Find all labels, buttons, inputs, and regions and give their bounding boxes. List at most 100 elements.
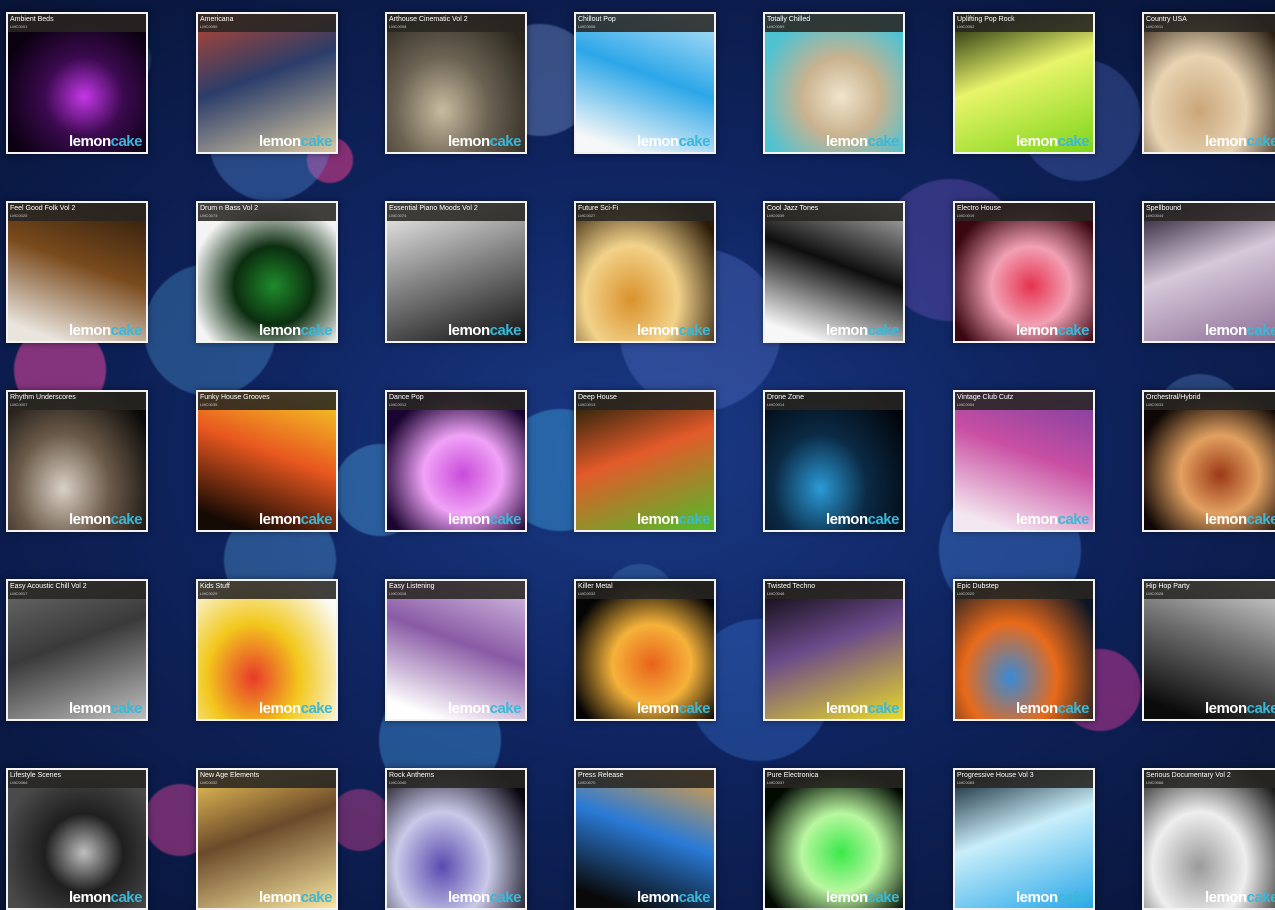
cover-artwork — [765, 14, 903, 152]
album-cover-twisted-techno[interactable]: Twisted Techno LMC0048 lemoncake — [763, 579, 905, 721]
cover-artwork — [8, 770, 146, 908]
album-catalog-code: LMC0001 — [10, 24, 28, 29]
album-title: Pure Electronica — [767, 772, 819, 779]
album-cover-ambient-beds[interactable]: Ambient Beds LMC0001 lemoncake — [6, 12, 148, 154]
album-cover-rock-anthems[interactable]: Rock Anthems LMC0040 lemoncake — [385, 768, 527, 910]
album-cover-feel-good-folk-vol-2[interactable]: Feel Good Folk Vol 2 LMC0025 lemoncake — [6, 201, 148, 343]
album-cover-essential-piano-moods-vol-2[interactable]: Essential Piano Moods Vol 2 LMC0074 lemonc… — [385, 201, 527, 343]
album-catalog-code: LMC0044 — [1146, 213, 1164, 218]
album-cover-epic-dubstep[interactable]: Epic Dubstep LMC0020 lemoncake — [953, 579, 1095, 721]
cover-artwork — [8, 581, 146, 719]
album-header-bar: Hip Hop Party LMC0028 — [1144, 581, 1275, 599]
lemoncake-logo: lemoncake — [259, 701, 333, 717]
album-catalog-code: LMC0066 — [1146, 780, 1164, 785]
logo-cake-text: cake — [867, 511, 900, 528]
album-cover-country-usa[interactable]: Country USA LMC0011 lemoncake — [1142, 12, 1275, 154]
album-catalog-code: LMC0073 — [200, 213, 218, 218]
album-header-bar: Arthouse Cinematic Vol 2 LMC0008 — [387, 14, 525, 32]
cover-artwork — [1144, 770, 1275, 908]
cover-artwork — [1144, 203, 1275, 341]
album-catalog-code: LMC0035 — [200, 402, 218, 407]
album-title: Press Release — [578, 772, 624, 779]
album-cover-drone-zone[interactable]: Drone Zone LMC0014 lemoncake — [763, 390, 905, 532]
album-cover-arthouse-cinematic-vol-2[interactable]: Arthouse Cinematic Vol 2 LMC0008 lemoncake — [385, 12, 527, 154]
logo-lemon-text: lemon — [447, 511, 490, 528]
album-cover-future-sci-fi[interactable]: Future Sci-Fi LMC0027 lemoncake — [574, 201, 716, 343]
album-title: Kids Stuff — [200, 583, 230, 590]
album-cover-uplifting-pop-rock[interactable]: Uplifting Pop Rock LMC0052 lemoncake — [953, 12, 1095, 154]
album-cover-spellbound[interactable]: Spellbound LMC0044 lemoncake — [1142, 201, 1275, 343]
logo-lemon-text: lemon — [258, 133, 301, 150]
album-cover-killer-metal[interactable]: Killer Metal LMC0032 lemoncake — [574, 579, 716, 721]
album-cover-drum-n-bass-vol-2[interactable]: Drum n Bass Vol 2 LMC0073 lemoncake — [196, 201, 338, 343]
album-title: Cool Jazz Tones — [767, 205, 819, 212]
cover-artwork — [1144, 14, 1275, 152]
logo-lemon-text: lemon — [1204, 700, 1247, 717]
album-cover-progressive-house-vol-3[interactable]: Progressive House Vol 3 LMC0083 lemoncake — [953, 768, 1095, 910]
album-cover-deep-house[interactable]: Deep House LMC0013 lemoncake — [574, 390, 716, 532]
lemoncake-logo: lemoncake — [1205, 512, 1275, 528]
logo-cake-text: cake — [1057, 700, 1090, 717]
logo-cake-text: cake — [489, 322, 522, 339]
lemoncake-logo: lemoncake — [69, 323, 143, 339]
album-title: Vintage Club Cutz — [957, 394, 1014, 401]
album-title: Easy Acoustic Chill Vol 2 — [10, 583, 87, 590]
album-header-bar: Cool Jazz Tones LMC0039 — [765, 203, 903, 221]
cover-artwork — [955, 392, 1093, 530]
album-cover-lifestyle-scenes[interactable]: Lifestyle Scenes LMC0064 lemoncake — [6, 768, 148, 910]
album-header-bar: Epic Dubstep LMC0020 — [955, 581, 1093, 599]
album-cover-cool-jazz-tones[interactable]: Cool Jazz Tones LMC0039 lemoncake — [763, 201, 905, 343]
album-cover-electro-house[interactable]: Electro House LMC0019 lemoncake — [953, 201, 1095, 343]
cover-artwork — [576, 392, 714, 530]
logo-lemon-text: lemon — [68, 511, 111, 528]
album-catalog-code: LMC0025 — [10, 213, 28, 218]
album-catalog-code: LMC0027 — [578, 213, 596, 218]
cover-artwork — [765, 581, 903, 719]
album-header-bar: Funky House Grooves LMC0035 — [198, 392, 336, 410]
logo-lemon-text: lemon — [825, 133, 868, 150]
lemoncake-logo: lemoncake — [1205, 701, 1275, 717]
lemoncake-logo: lemoncake — [259, 322, 333, 339]
album-catalog-code: LMC0007 — [10, 402, 28, 407]
cover-artwork — [8, 14, 146, 152]
album-catalog-code: LMC0006 — [578, 24, 596, 29]
cover-artwork — [765, 770, 903, 908]
album-catalog-code: LMC0040 — [389, 780, 407, 785]
album-cover-rhythm-underscores[interactable]: Rhythm Underscores LMC0007 lemoncake — [6, 390, 148, 532]
logo-cake-text: cake — [300, 322, 333, 339]
cover-artwork — [955, 581, 1093, 719]
album-cover-orchestral-hybrid[interactable]: Orchestral/Hybrid LMC0033 lemoncake — [1142, 390, 1275, 532]
album-cover-vintage-club-cutz[interactable]: Vintage Club Cutz LMC0054 lemoncake — [953, 390, 1095, 532]
album-cover-totally-chilled[interactable]: Totally Chilled LMC0059 lemoncake — [763, 12, 905, 154]
album-cover-serious-documentary-vol-2[interactable]: Serious Documentary Vol 2 LMC0066 lemoncak… — [1142, 768, 1275, 910]
album-cover-new-age-elements[interactable]: New Age Elements LMC0032 lemoncake — [196, 768, 338, 910]
album-cover-americana[interactable]: Americana LMC0050 lemoncake — [196, 12, 338, 154]
album-header-bar: New Age Elements LMC0032 — [198, 770, 336, 788]
album-cover-kids-stuff[interactable]: Kids Stuff LMC0029 lemoncake — [196, 579, 338, 721]
album-header-bar: Dance Pop LMC0012 — [387, 392, 525, 410]
album-cover-funky-house-grooves[interactable]: Funky House Grooves LMC0035 lemoncake — [196, 390, 338, 532]
album-cover-pure-electronica[interactable]: Pure Electronica LMC0037 lemoncake — [763, 768, 905, 910]
album-cover-easy-listening[interactable]: Easy Listening LMC0018 lemoncake — [385, 579, 527, 721]
album-cover-press-release[interactable]: Press Release LMC0070 lemoncake — [574, 768, 716, 910]
album-header-bar: Chillout Pop LMC0006 — [576, 14, 714, 32]
album-header-bar: Pure Electronica LMC0037 — [765, 770, 903, 788]
lemoncake-logo: lemoncake — [825, 133, 900, 150]
album-catalog-code: LMC0050 — [200, 24, 218, 29]
album-cover-chillout-pop[interactable]: Chillout Pop LMC0006 lemoncake — [574, 12, 716, 154]
album-title: Serious Documentary Vol 2 — [1146, 772, 1231, 779]
album-cover-hip-hop-party[interactable]: Hip Hop Party LMC0028 lemoncake — [1142, 579, 1275, 721]
album-header-bar: Rock Anthems LMC0040 — [387, 770, 525, 788]
logo-lemon-text: lemon — [636, 889, 679, 906]
album-cover-dance-pop[interactable]: Dance Pop LMC0012 lemoncake — [385, 390, 527, 532]
cover-artwork — [387, 203, 525, 341]
album-header-bar: Country USA LMC0011 — [1144, 14, 1275, 32]
logo-lemon-text: lemon — [68, 889, 111, 906]
cover-artwork — [198, 392, 336, 530]
album-title: Chillout Pop — [578, 16, 616, 23]
album-header-bar: Deep House LMC0013 — [576, 392, 714, 410]
logo-cake-text: cake — [1246, 700, 1275, 717]
logo-cake-text: cake — [110, 133, 143, 150]
logo-lemon-text: lemon — [1015, 322, 1058, 339]
album-cover-easy-acoustic-chill-vol-2[interactable]: Easy Acoustic Chill Vol 2 LMC0017 lemoncak… — [6, 579, 148, 721]
